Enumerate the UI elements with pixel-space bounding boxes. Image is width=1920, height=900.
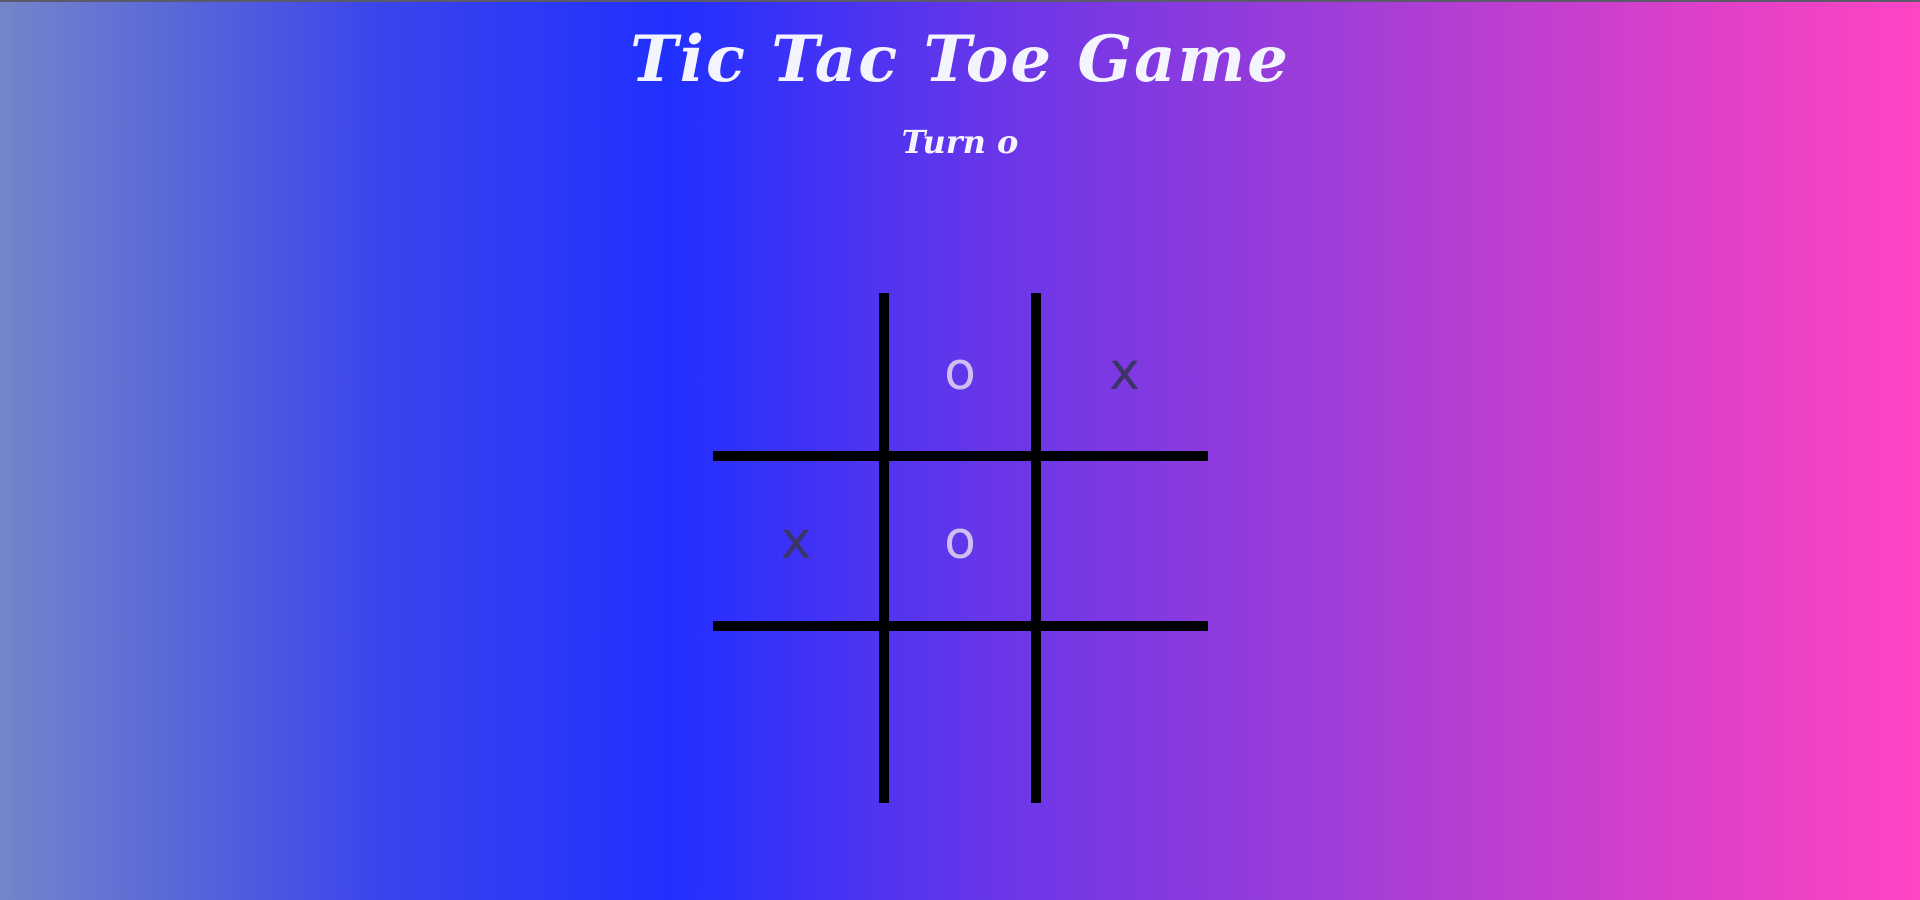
grid-line-vertical-2 bbox=[1031, 293, 1041, 803]
turn-indicator: Turn o bbox=[901, 123, 1019, 161]
board-cell-4[interactable]: x bbox=[713, 461, 879, 621]
board-cell-8[interactable] bbox=[889, 631, 1031, 803]
game-board: o x x o bbox=[713, 293, 1208, 803]
grid-line-horizontal-2 bbox=[713, 621, 1208, 631]
board-cell-3[interactable]: x bbox=[1041, 293, 1208, 451]
board-cell-9[interactable] bbox=[1041, 631, 1208, 803]
grid-line-horizontal-1 bbox=[713, 451, 1208, 461]
board-cell-5[interactable]: o bbox=[889, 461, 1031, 621]
game-title: Tic Tac Toe Game bbox=[630, 22, 1290, 97]
top-border bbox=[0, 0, 1920, 2]
board-cell-6[interactable] bbox=[1041, 461, 1208, 621]
grid-line-vertical-1 bbox=[879, 293, 889, 803]
board-cell-7[interactable] bbox=[713, 631, 879, 803]
board-cell-1[interactable] bbox=[713, 293, 879, 451]
board-cell-2[interactable]: o bbox=[889, 293, 1031, 451]
